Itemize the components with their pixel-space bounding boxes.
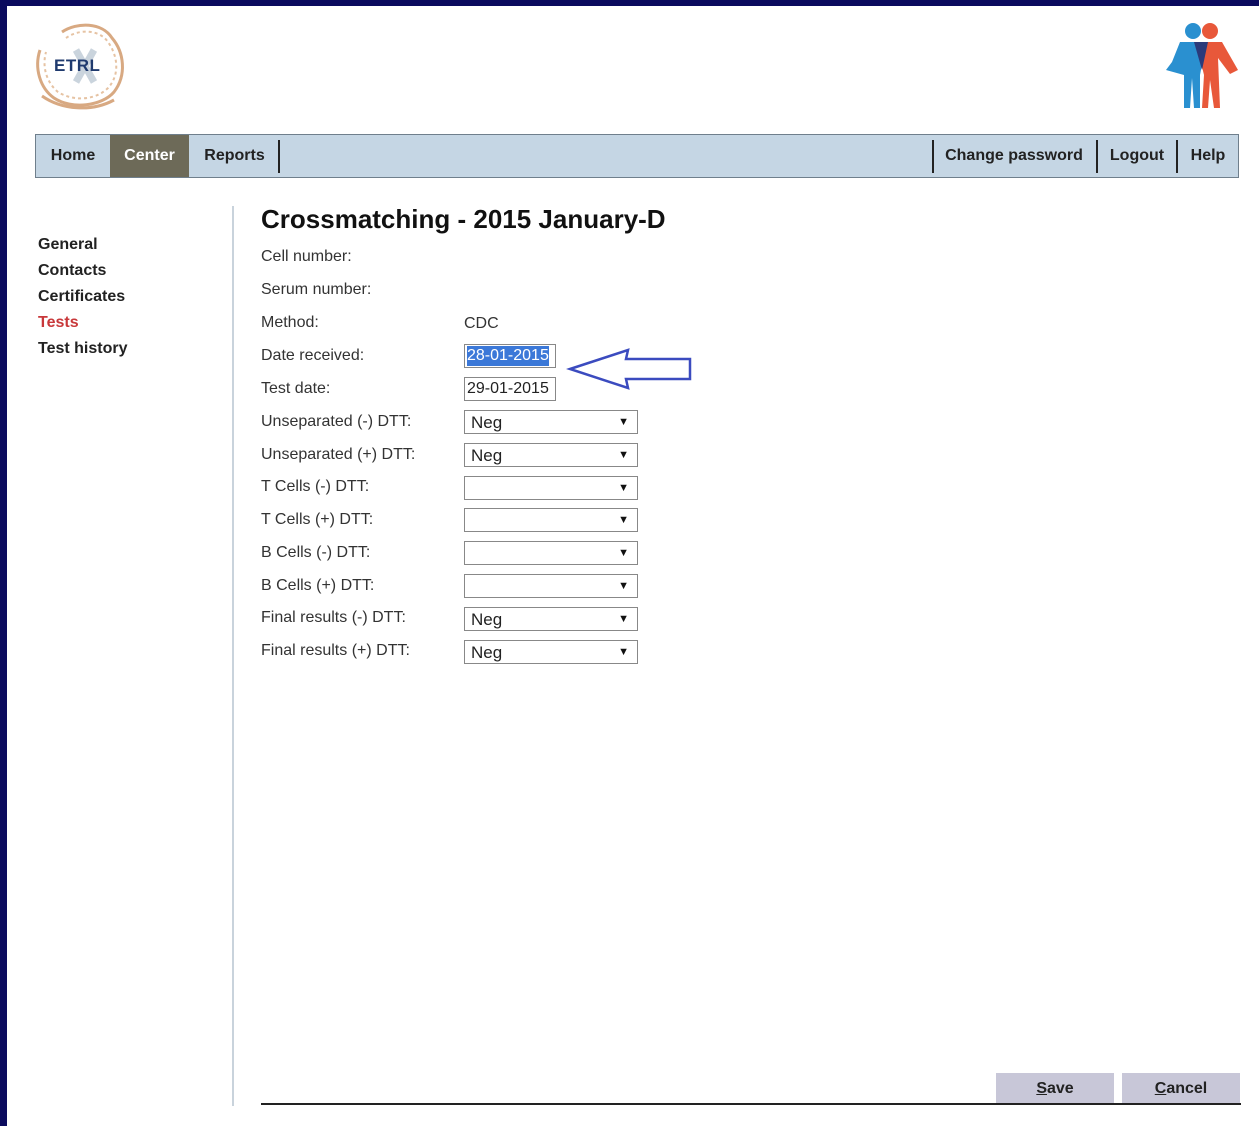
- caret-down-icon: ▼: [618, 514, 629, 526]
- test-date-field[interactable]: 29-01-2015: [464, 377, 556, 401]
- window-frame-left: [0, 0, 7, 1126]
- nav-change-password[interactable]: Change password: [934, 135, 1094, 177]
- unseparated-neg-dtt-select[interactable]: Neg ▼: [464, 410, 638, 434]
- caret-down-icon: ▼: [618, 449, 629, 461]
- nav-center[interactable]: Center: [110, 135, 189, 177]
- select-value: Neg: [471, 446, 503, 465]
- bcells-pos-dtt-select[interactable]: ▼: [464, 574, 638, 598]
- caret-down-icon: ▼: [618, 613, 629, 625]
- save-accesskey: S: [1036, 1080, 1047, 1097]
- select-value: Neg: [471, 643, 503, 662]
- etrl-logo: ETRL: [32, 20, 128, 110]
- tcells-pos-dtt-label: T Cells (+) DTT:: [261, 511, 374, 528]
- caret-down-icon: ▼: [618, 580, 629, 592]
- bcells-neg-dtt-select[interactable]: ▼: [464, 541, 638, 565]
- final-neg-dtt-label: Final results (-) DTT:: [261, 609, 406, 626]
- caret-down-icon: ▼: [618, 646, 629, 658]
- cell-number-label: Cell number:: [261, 248, 352, 265]
- nav-divider: [278, 140, 280, 173]
- unseparated-neg-dtt-label: Unseparated (-) DTT:: [261, 413, 412, 430]
- footer-rule: [261, 1103, 1241, 1105]
- people-icon: [1166, 23, 1238, 108]
- people-logo: [1160, 20, 1242, 110]
- bcells-pos-dtt-label: B Cells (+) DTT:: [261, 577, 375, 594]
- nav-reports[interactable]: Reports: [191, 135, 278, 177]
- date-received-label: Date received:: [261, 347, 365, 364]
- cancel-label: ancel: [1166, 1080, 1208, 1097]
- nav-help[interactable]: Help: [1178, 135, 1238, 177]
- unseparated-pos-dtt-label: Unseparated (+) DTT:: [261, 446, 416, 463]
- method-value: CDC: [464, 315, 499, 332]
- test-date-value: 29-01-2015: [467, 380, 549, 397]
- select-value: Neg: [471, 413, 503, 432]
- logo-text: ETRL: [54, 56, 101, 75]
- caret-down-icon: ▼: [618, 547, 629, 559]
- final-pos-dtt-label: Final results (+) DTT:: [261, 642, 410, 659]
- caret-down-icon: ▼: [618, 482, 629, 494]
- final-pos-dtt-select[interactable]: Neg ▼: [464, 640, 638, 664]
- sidebar-item-general[interactable]: General: [38, 234, 128, 260]
- sidebar-item-tests[interactable]: Tests: [38, 312, 128, 338]
- nav-logout[interactable]: Logout: [1098, 135, 1176, 177]
- cancel-button[interactable]: Cancel: [1122, 1073, 1240, 1105]
- test-date-label: Test date:: [261, 380, 331, 397]
- tcells-pos-dtt-select[interactable]: ▼: [464, 508, 638, 532]
- nav-home[interactable]: Home: [36, 135, 110, 177]
- page-title: Crossmatching - 2015 January-D: [261, 204, 666, 234]
- method-label: Method:: [261, 314, 319, 331]
- save-button[interactable]: Save: [996, 1073, 1114, 1105]
- left-arrow-icon: [566, 348, 692, 390]
- tcells-neg-dtt-label: T Cells (-) DTT:: [261, 478, 370, 495]
- sidebar-item-certificates[interactable]: Certificates: [38, 286, 128, 312]
- date-received-value: 28-01-2015: [467, 346, 549, 366]
- tcells-neg-dtt-select[interactable]: ▼: [464, 476, 638, 500]
- select-value: Neg: [471, 610, 503, 629]
- bcells-neg-dtt-label: B Cells (-) DTT:: [261, 544, 371, 561]
- window-frame-top: [0, 0, 1259, 6]
- serum-number-label: Serum number:: [261, 281, 372, 298]
- date-received-field[interactable]: 28-01-2015: [464, 344, 556, 368]
- unseparated-pos-dtt-select[interactable]: Neg ▼: [464, 443, 638, 467]
- sidebar-item-test-history[interactable]: Test history: [38, 338, 128, 364]
- save-label: ave: [1046, 1080, 1074, 1097]
- sidebar: General Contacts Certificates Tests Test…: [38, 234, 128, 364]
- cancel-accesskey: C: [1154, 1080, 1167, 1097]
- main-navbar: Home Center Reports Change password Logo…: [35, 134, 1239, 178]
- final-neg-dtt-select[interactable]: Neg ▼: [464, 607, 638, 631]
- sidebar-divider: [232, 206, 234, 1106]
- caret-down-icon: ▼: [618, 416, 629, 428]
- sidebar-item-contacts[interactable]: Contacts: [38, 260, 128, 286]
